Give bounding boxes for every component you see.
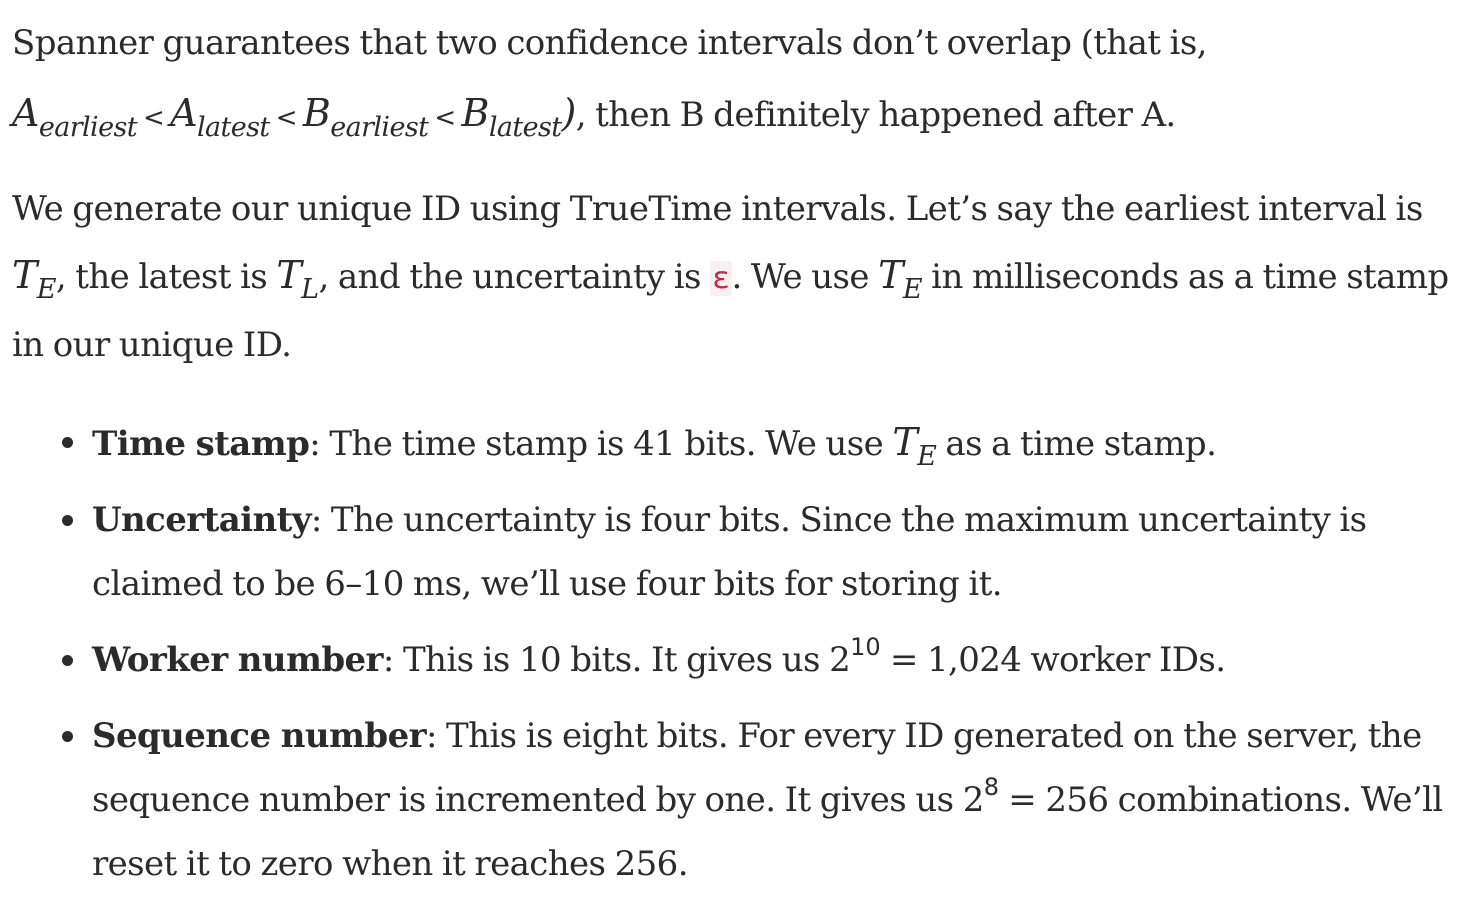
list-item-sequence-number: Sequence number: This is eight bits. For… <box>12 704 1472 896</box>
bullet-dot <box>62 655 73 666</box>
list-item-time-stamp: Time stamp: The time stamp is 41 bits. W… <box>12 410 1472 476</box>
power-exponent: 10 <box>850 633 881 661</box>
paragraph-text: . We use <box>731 257 879 297</box>
list-item-term: Time stamp <box>92 424 310 464</box>
math-a-earliest: Aearliest <box>12 91 138 143</box>
epsilon-code: ε <box>710 261 732 296</box>
list-item-text: : The time stamp is 41 bits. We use <box>309 424 893 464</box>
list-item-uncertainty: Uncertainty: The uncertainty is four bit… <box>12 488 1472 616</box>
math-t-e: TE <box>892 420 937 472</box>
power-exponent: 8 <box>983 773 1000 801</box>
power-base: 2 <box>829 640 851 680</box>
closing-paren: ) <box>561 91 577 135</box>
math-b-latest: Blatest <box>461 91 563 143</box>
list-item-text: : This is 10 bits. It gives us <box>382 640 830 680</box>
less-than-sign: < <box>275 103 298 133</box>
math-t-l: TL <box>276 253 319 305</box>
bullet-dot <box>62 515 73 526</box>
list-item-term: Sequence number <box>92 716 427 756</box>
paragraph-truetime-guarantee: Spanner guarantees that two confidence i… <box>12 8 1472 153</box>
list-item-text: = 1,024 worker IDs. <box>880 640 1226 680</box>
less-than-sign: < <box>434 103 456 133</box>
paragraph-text: We generate our unique ID using TrueTime… <box>12 189 1423 229</box>
paragraph-text: , then B definitely happened after A. <box>575 95 1176 135</box>
paragraph-text: Spanner guarantees that two confidence i… <box>12 23 1207 63</box>
bullet-dot <box>62 731 73 742</box>
power-base: 2 <box>962 780 985 820</box>
scroll-edge-fade <box>1442 770 1476 840</box>
paragraph-unique-id: We generate our unique ID using TrueTime… <box>12 176 1472 378</box>
math-t-e: TE <box>12 253 56 305</box>
math-t-e: TE <box>878 253 922 305</box>
list-item-worker-number: Worker number: This is 10 bits. It gives… <box>12 628 1472 692</box>
math-a-latest: Alatest <box>170 91 270 143</box>
list-item-term: Worker number <box>92 640 383 680</box>
math-b-earliest: Bearliest <box>302 91 429 143</box>
list-item-text: as a time stamp. <box>936 424 1217 464</box>
list-item-term: Uncertainty <box>92 500 311 540</box>
paragraph-text: , and the uncertainty is <box>318 257 711 297</box>
paragraph-text: , the latest is <box>55 257 277 297</box>
bullet-dot <box>62 437 73 448</box>
id-fields-list: Time stamp: The time stamp is 41 bits. W… <box>12 410 1472 908</box>
less-than-sign: < <box>142 103 165 133</box>
